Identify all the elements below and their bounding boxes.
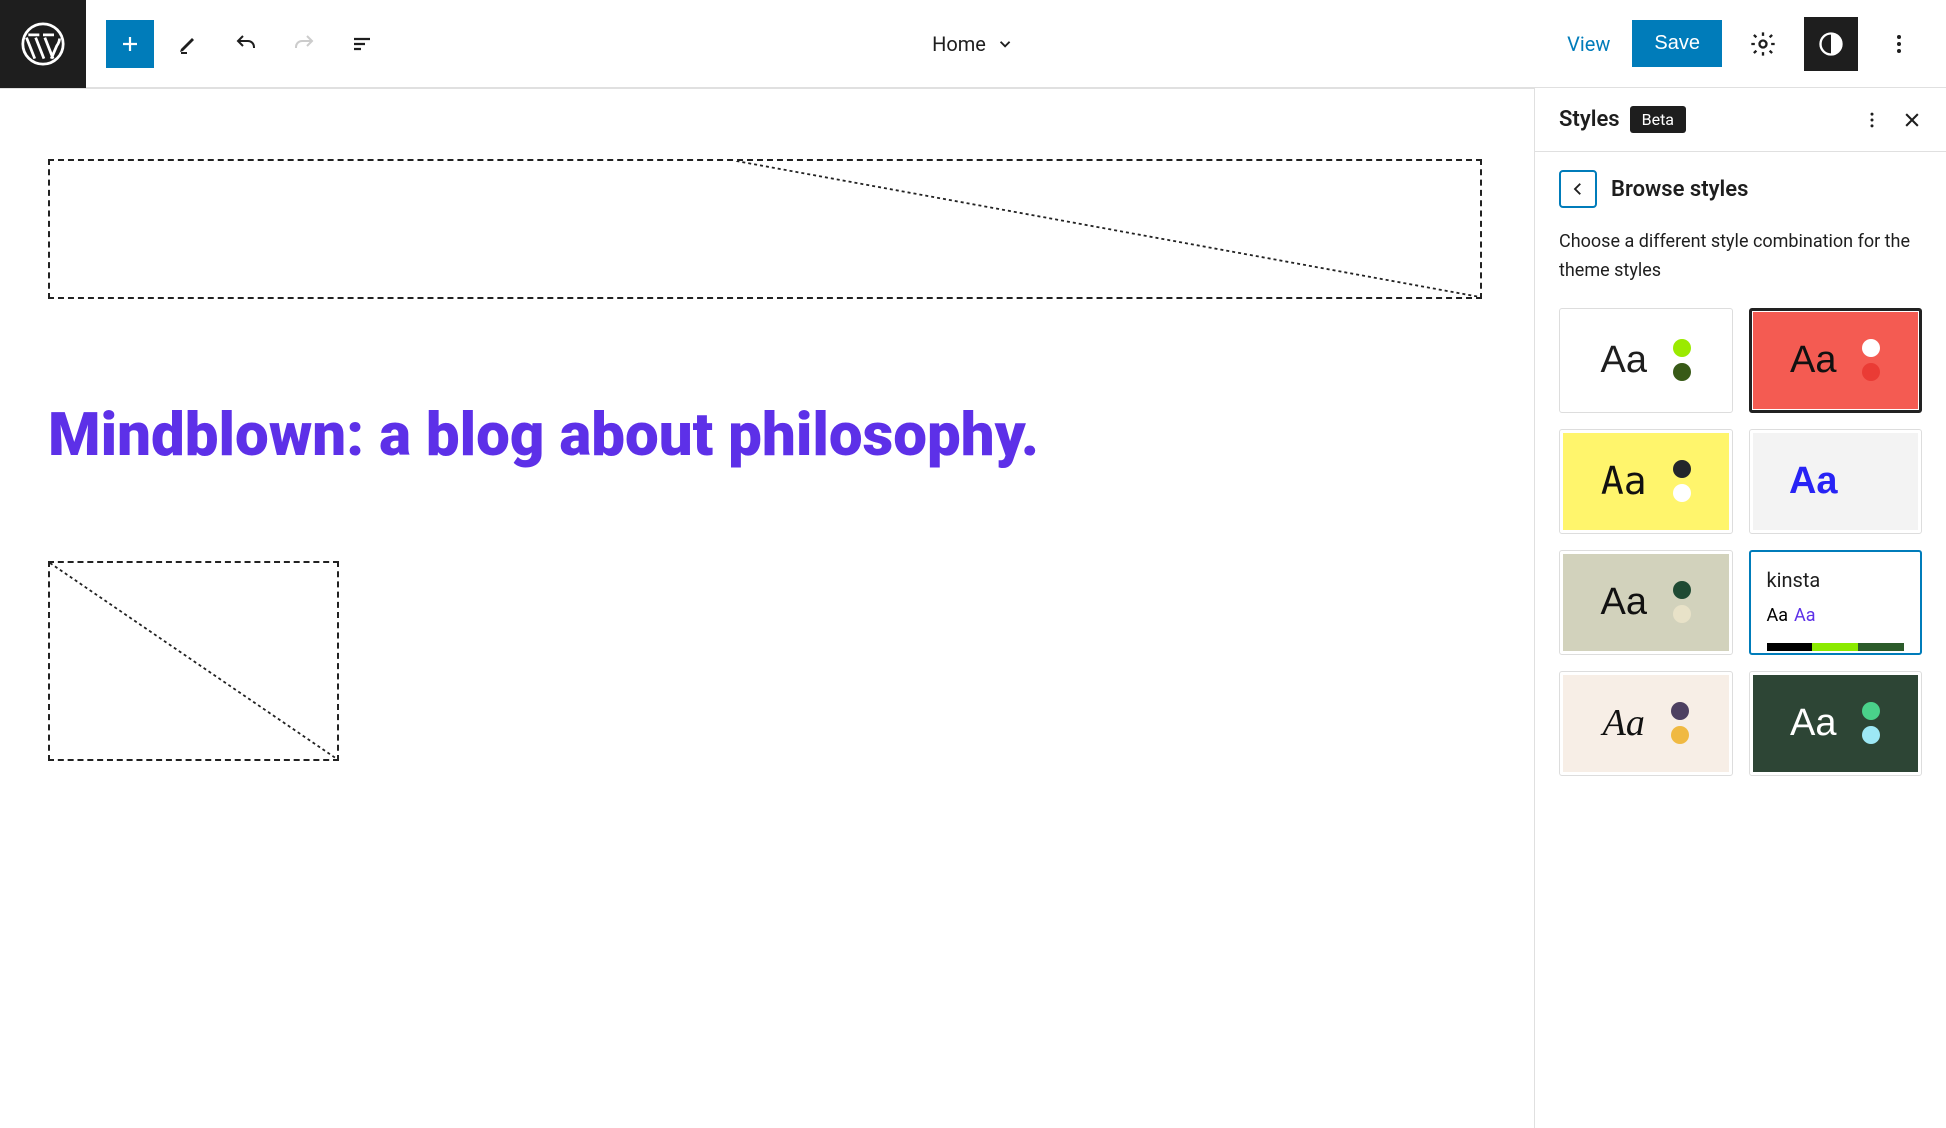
close-icon — [1902, 110, 1922, 130]
wordpress-logo-button[interactable] — [0, 0, 86, 88]
styles-sidebar: Styles Beta Browse styles Choose a diffe… — [1534, 88, 1946, 1128]
settings-button[interactable] — [1736, 17, 1790, 71]
inserter-toggle-button[interactable] — [106, 20, 154, 68]
placeholder-block-image[interactable] — [48, 561, 339, 761]
list-icon — [350, 32, 374, 56]
style-variation-2[interactable]: Aa — [1559, 429, 1733, 534]
chevron-left-icon — [1569, 180, 1587, 198]
variation-typography-sample: Aa — [1790, 339, 1836, 382]
style-variation-6[interactable]: Aa — [1559, 671, 1733, 776]
style-variation-7[interactable]: Aa — [1749, 671, 1923, 776]
style-variation-0[interactable]: Aa — [1559, 308, 1733, 413]
edit-tool-button[interactable] — [164, 20, 212, 68]
document-title: Home — [932, 32, 986, 56]
chevron-down-icon — [996, 35, 1014, 53]
styles-icon — [1817, 30, 1845, 58]
save-button[interactable]: Save — [1632, 20, 1722, 67]
variation-typography-sample: Aa — [1601, 339, 1647, 382]
browse-styles-title: Browse styles — [1611, 177, 1748, 202]
styles-button[interactable] — [1804, 17, 1858, 71]
gear-icon — [1749, 30, 1777, 58]
variation-typography-sample: Aa — [1789, 460, 1838, 503]
page-heading[interactable]: Mindblown: a blog about philosophy. — [48, 399, 1486, 471]
redo-icon — [292, 32, 316, 56]
variation-name: kinsta — [1767, 568, 1905, 592]
variation-typography-sample: Aa — [1790, 702, 1836, 745]
sidebar-header: Styles Beta — [1535, 88, 1946, 152]
close-sidebar-button[interactable] — [1902, 110, 1922, 130]
kebab-icon — [1862, 110, 1882, 130]
list-view-button[interactable] — [338, 20, 386, 68]
more-options-button[interactable] — [1872, 17, 1926, 71]
plus-icon — [118, 32, 142, 56]
placeholder-block-header[interactable] — [48, 159, 1482, 299]
editor-canvas[interactable]: Mindblown: a blog about philosophy. — [0, 88, 1534, 1128]
style-variation-3[interactable]: Aa — [1749, 429, 1923, 534]
style-variations-grid: Aa Aa Aa Aa Aa kinstaAaAa Aa Aa — [1535, 308, 1946, 800]
sidebar-more-button[interactable] — [1862, 110, 1882, 130]
style-variation-5[interactable]: kinstaAaAa — [1749, 550, 1923, 655]
kebab-icon — [1887, 32, 1911, 56]
undo-icon — [234, 32, 258, 56]
redo-button[interactable] — [280, 20, 328, 68]
pencil-icon — [176, 32, 200, 56]
back-button[interactable] — [1559, 170, 1597, 208]
browse-styles-description: Choose a different style combination for… — [1535, 218, 1946, 308]
wordpress-icon — [21, 22, 65, 66]
beta-badge: Beta — [1630, 106, 1686, 133]
style-variation-1[interactable]: Aa — [1749, 308, 1923, 413]
editor-toolbar: Home View Save — [0, 0, 1946, 88]
variation-typography-sample: Aa — [1601, 459, 1647, 503]
style-variation-4[interactable]: Aa — [1559, 550, 1733, 655]
variation-typography-sample: Aa — [1603, 701, 1645, 745]
variation-typography-sample: Aa — [1601, 581, 1647, 624]
sidebar-title: Styles — [1559, 107, 1620, 132]
undo-button[interactable] — [222, 20, 270, 68]
document-title-dropdown[interactable]: Home — [932, 32, 1014, 56]
view-link[interactable]: View — [1559, 22, 1618, 66]
